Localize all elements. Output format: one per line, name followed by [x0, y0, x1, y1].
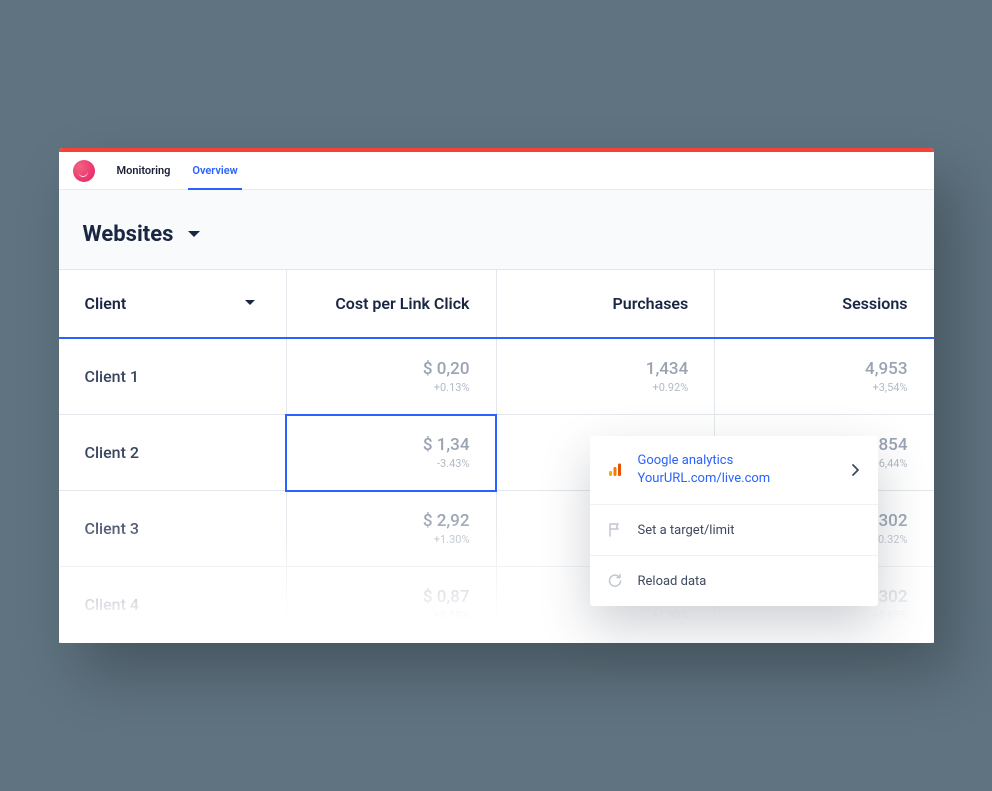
- page-title-row: Websites: [59, 222, 934, 269]
- cell-value: $ 0,87: [313, 587, 470, 607]
- column-header-cost[interactable]: Cost per Link Click: [286, 270, 496, 339]
- flag-icon: [606, 521, 624, 539]
- menu-item-google-analytics[interactable]: Google analytics YourURL.com/live.com: [590, 436, 878, 505]
- tab-overview[interactable]: Overview: [192, 152, 237, 189]
- app-window: Monitoring Overview Websites Client: [59, 148, 934, 643]
- cell-delta: +0.19%: [313, 609, 470, 622]
- cell-delta: +0,65%: [741, 609, 907, 622]
- menu-text: Reload data: [638, 574, 860, 589]
- context-menu: Google analytics YourURL.com/live.com Se…: [590, 436, 878, 606]
- column-header-purchases[interactable]: Purchases: [496, 270, 715, 339]
- table-row[interactable]: Client 1 $ 0,20 +0.13% 1,434 +0.92% 4,95…: [59, 338, 934, 415]
- column-header-client-label: Client: [85, 294, 127, 313]
- page-title-dropdown[interactable]: [187, 225, 201, 244]
- cell-client: Client 4: [59, 567, 287, 643]
- cell-delta: +0.92%: [523, 381, 689, 394]
- menu-item-reload[interactable]: Reload data: [590, 556, 878, 606]
- menu-text: Set a target/limit: [638, 523, 860, 538]
- cell-delta: +1.90%: [523, 609, 689, 622]
- cell-cost[interactable]: $ 2,92 +1.30%: [286, 491, 496, 567]
- cell-value: 1,434: [523, 359, 689, 379]
- reload-icon: [606, 572, 624, 590]
- chevron-down-icon: [187, 230, 201, 240]
- menu-analytics-title: Google analytics: [638, 453, 734, 468]
- chevron-right-icon: [852, 461, 860, 480]
- menu-text: Google analytics YourURL.com/live.com: [638, 452, 838, 488]
- cell-cost[interactable]: $ 0,20 +0.13%: [286, 338, 496, 415]
- cell-delta: -3.43%: [313, 457, 470, 470]
- cell-delta: +3,54%: [741, 381, 907, 394]
- tab-monitoring[interactable]: Monitoring: [117, 152, 171, 189]
- cell-client: Client 1: [59, 338, 287, 415]
- cell-client: Client 3: [59, 491, 287, 567]
- menu-item-set-target[interactable]: Set a target/limit: [590, 505, 878, 556]
- cell-delta: +0.13%: [313, 381, 470, 394]
- cell-sessions[interactable]: 4,953 +3,54%: [715, 338, 934, 415]
- cell-value: $ 2,92: [313, 511, 470, 531]
- google-analytics-icon: [606, 461, 624, 479]
- page-title: Websites: [83, 222, 174, 247]
- menu-analytics-url: YourURL.com/live.com: [638, 470, 838, 488]
- cell-value: $ 0,20: [313, 359, 470, 379]
- cell-client: Client 2: [59, 415, 287, 491]
- cell-value: 4,953: [741, 359, 907, 379]
- cell-delta: +1.30%: [313, 533, 470, 546]
- cell-value: $ 1,34: [313, 435, 470, 455]
- column-header-client[interactable]: Client: [59, 270, 287, 339]
- cell-cost[interactable]: $ 0,87 +0.19%: [286, 567, 496, 643]
- column-header-sessions[interactable]: Sessions: [715, 270, 934, 339]
- header: Monitoring Overview: [59, 152, 934, 190]
- chevron-down-icon: [244, 299, 256, 308]
- app-logo-icon: [73, 160, 95, 182]
- cell-cost-selected[interactable]: $ 1,34 -3.43%: [286, 415, 496, 491]
- cell-purchases[interactable]: 1,434 +0.92%: [496, 338, 715, 415]
